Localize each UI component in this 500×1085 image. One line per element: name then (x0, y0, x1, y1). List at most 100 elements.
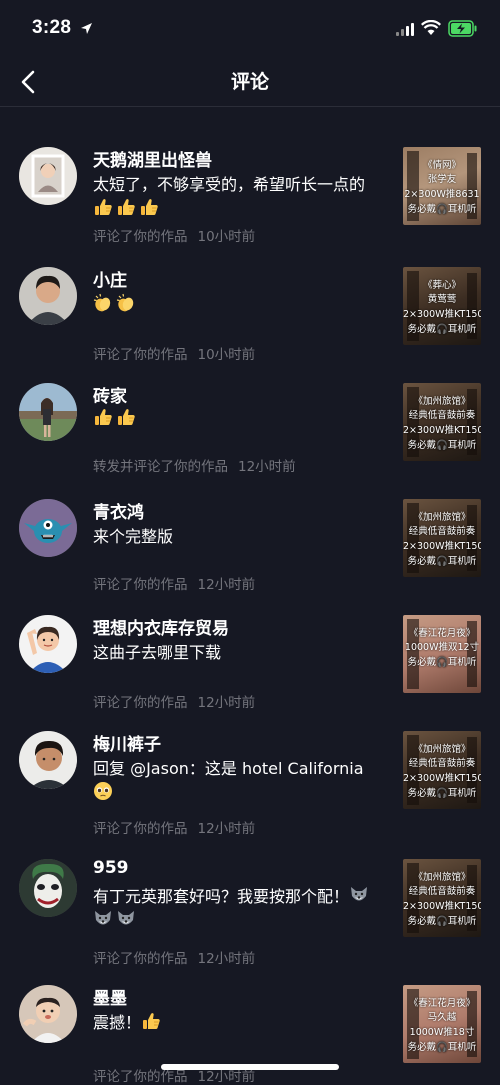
comment-item[interactable]: 梅川裤子 回复 @Jason：这是 hotel California 评论了你的作品… (0, 695, 500, 837)
comment-list: 天鹅湖里出怪兽 太短了，不够享受的，希望听长一点的 评论了你的作品 10小时前 《情网》… (0, 107, 500, 1085)
comment-text: 有丁元英那套好吗？我要按那个配！ (93, 885, 381, 933)
user-name[interactable]: 小庄 (93, 266, 127, 291)
video-thumbnail[interactable]: 《加州旅馆》 经典低音鼓前奏 2×300W推KT1503 务必戴🎧耳机听 (403, 731, 481, 809)
user-avatar[interactable] (19, 859, 77, 917)
comment-item[interactable]: 青衣鸿 来个完整版 评论了你的作品 12小时前 《加州旅馆》 经典低音鼓前奏 2×300W推… (0, 463, 500, 593)
thumbnail-caption: 1000W推18寸 (409, 1027, 475, 1038)
user-avatar[interactable] (19, 731, 77, 789)
video-thumbnail[interactable]: 《情网》张学友 2×300W推8631 务必戴🎧耳机听 (403, 147, 481, 225)
location-arrow-icon (81, 23, 92, 34)
wolf-face-emoji-icon (351, 887, 368, 901)
user-name[interactable]: 梅川裤子 (93, 730, 161, 755)
user-avatar[interactable] (19, 383, 77, 441)
thumbs-up-emoji-icon (118, 199, 135, 215)
thumbnail-caption: 《加州旅馆》 (413, 396, 471, 407)
comment-item[interactable]: 天鹅湖里出怪兽 太短了，不够享受的，希望听长一点的 评论了你的作品 10小时前 《情网》… (0, 111, 500, 245)
clapping-hands-emoji-icon (116, 293, 134, 312)
thumbs-up-emoji-icon (95, 199, 112, 215)
comment-text: 回复 @Jason：这是 hotel California (93, 757, 381, 805)
thumbnail-caption: 张学友 (427, 174, 457, 185)
comment-body: 震撼！ (93, 1013, 142, 1032)
user-avatar[interactable] (19, 985, 77, 1043)
thumbnail-caption: 经典低音鼓前奏 (408, 758, 476, 769)
thumbnail-caption: 务必戴🎧耳机听 (407, 440, 477, 451)
thumbs-up-emoji-icon (141, 199, 158, 215)
comment-action: 评论了你的作品 (93, 1069, 188, 1085)
thumbnail-caption: 经典低音鼓前奏 (408, 410, 476, 421)
comment-body: 回复 @Jason：这是 hotel California (93, 759, 364, 778)
comment-emojis (93, 782, 116, 802)
video-thumbnail[interactable]: 《春江花月夜》 1000W推双12寸 务必戴🎧耳机听 (403, 615, 481, 693)
wolf-face-emoji-icon (118, 911, 134, 925)
comment-emojis (141, 1013, 164, 1032)
video-thumbnail[interactable]: 《葬心》黄莺莺 2×300W推KT1503 务必戴🎧耳机听 (403, 267, 481, 345)
thumbnail-caption: 务必戴🎧耳机听 (407, 916, 477, 927)
video-thumbnail[interactable]: 《加州旅馆》 经典低音鼓前奏 2×300W推KT1503 务必戴🎧耳机听 (403, 499, 481, 577)
user-name[interactable]: 理想内衣库存贸易 (93, 614, 229, 639)
thumbs-up-emoji-icon (95, 409, 112, 425)
comment-text: 震撼！ (93, 1011, 381, 1035)
comment-item[interactable]: 理想内衣库存贸易 这曲子去哪里下载 评论了你的作品 12小时前 《春江花月夜》 1000W… (0, 579, 500, 711)
comment-text: 来个完整版 (93, 525, 381, 549)
comment-time: 12小时前 (197, 1069, 256, 1085)
thumbnail-caption: 《葬心》 (422, 280, 461, 291)
nav-header: 评论 (0, 58, 500, 107)
thumbnail-caption: 2×300W推KT1503 (403, 541, 481, 552)
comment-text (93, 407, 381, 431)
clapping-hands-emoji-icon (93, 293, 111, 312)
thumbnail-caption: 务必戴🎧耳机听 (407, 204, 477, 215)
wifi-icon (421, 20, 441, 35)
user-name[interactable]: 青衣鸿 (93, 498, 144, 523)
comment-item[interactable]: 墨墨震撼！ 评论了你的作品 12小时前 《春江花月夜》 马久越 1000W推18寸 务必戴🎧… (0, 949, 500, 1085)
thumbnail-caption: 务必戴🎧耳机听 (407, 556, 477, 567)
thumbnail-caption: 《加州旅馆》 (413, 872, 471, 883)
user-name[interactable]: 天鹅湖里出怪兽 (93, 146, 212, 171)
thumbnail-caption: 2×300W推KT1503 (403, 425, 481, 436)
thumbs-up-emoji-icon (143, 1013, 160, 1029)
user-avatar[interactable] (19, 267, 77, 325)
thumbnail-caption: 2×300W推KT1503 (403, 901, 481, 912)
thumbnail-caption: 务必戴🎧耳机听 (407, 788, 477, 799)
comment-emojis (93, 199, 162, 218)
comment-body: 太短了，不够享受的，希望听长一点的 (93, 175, 366, 194)
status-bar: 3:28 (0, 0, 500, 58)
comment-item[interactable]: 959 有丁元英那套好吗？我要按那个配！ 评论了你的作品 12小时前 《加州旅馆》 经典低… (0, 823, 500, 967)
video-thumbnail[interactable]: 《加州旅馆》 经典低音鼓前奏 2×300W推KT1503 务必戴🎧耳机听 (403, 383, 481, 461)
comment-text: 这曲子去哪里下载 (93, 641, 381, 665)
comment-emojis (93, 409, 139, 428)
video-thumbnail[interactable]: 《加州旅馆》 经典低音鼓前奏 2×300W推KT1503 务必戴🎧耳机听 (403, 859, 481, 937)
thumbnail-caption: 务必戴🎧耳机听 (407, 1042, 477, 1053)
user-avatar[interactable] (19, 499, 77, 557)
wolf-face-emoji-icon (95, 911, 111, 925)
user-avatar[interactable] (19, 147, 77, 205)
thumbnail-caption: 《加州旅馆》 (413, 744, 471, 755)
thumbnail-caption: 《加州旅馆》 (413, 512, 471, 523)
home-indicator (161, 1064, 339, 1070)
comment-text (93, 293, 381, 317)
comment-body: 来个完整版 (93, 527, 174, 546)
pleading-face-emoji-icon (94, 782, 112, 800)
comment-item[interactable]: 小庄 评论了你的作品 10小时前 《葬心》 黄莺莺 2×300W推KT1503 务必戴🎧耳机… (0, 231, 500, 363)
thumbnail-caption: 马久越 (427, 1012, 457, 1023)
user-name[interactable]: 砖家 (93, 382, 127, 407)
thumbnail-caption: 《春江花月夜》 (408, 998, 476, 1009)
thumbnail-caption: 2×300W推KT1503 (403, 309, 481, 320)
thumbs-up-emoji-icon (118, 409, 135, 425)
thumbnail-caption: 务必戴🎧耳机听 (407, 657, 477, 668)
thumbnail-caption: 经典低音鼓前奏 (408, 886, 476, 897)
thumbnail-caption: 《情网》 (422, 160, 461, 171)
comment-emojis (93, 293, 139, 314)
user-name[interactable]: 959 (93, 858, 129, 878)
comment-body: 这曲子去哪里下载 (93, 643, 222, 662)
battery-charging-icon (448, 20, 477, 37)
thumbnail-caption: 务必戴🎧耳机听 (407, 324, 477, 335)
comment-item[interactable]: 砖家 转发并评论了你的作品 12小时前 《加州旅馆》 经典低音鼓前奏 2×300W推KT1… (0, 347, 500, 475)
comment-body: 有丁元英那套好吗？我要按那个配！ (93, 887, 350, 906)
user-name[interactable]: 墨墨 (93, 984, 127, 1009)
thumbnail-caption: 黄莺莺 (427, 294, 457, 305)
thumbnail-caption: 1000W推双12寸 (404, 642, 480, 653)
user-avatar[interactable] (19, 615, 77, 673)
thumbnail-caption: 经典低音鼓前奏 (408, 526, 476, 537)
thumbnail-caption: 2×300W推8631 (404, 189, 480, 200)
video-thumbnail[interactable]: 《春江花月夜》 马久越 1000W推18寸 务必戴🎧耳机听 (403, 985, 481, 1063)
